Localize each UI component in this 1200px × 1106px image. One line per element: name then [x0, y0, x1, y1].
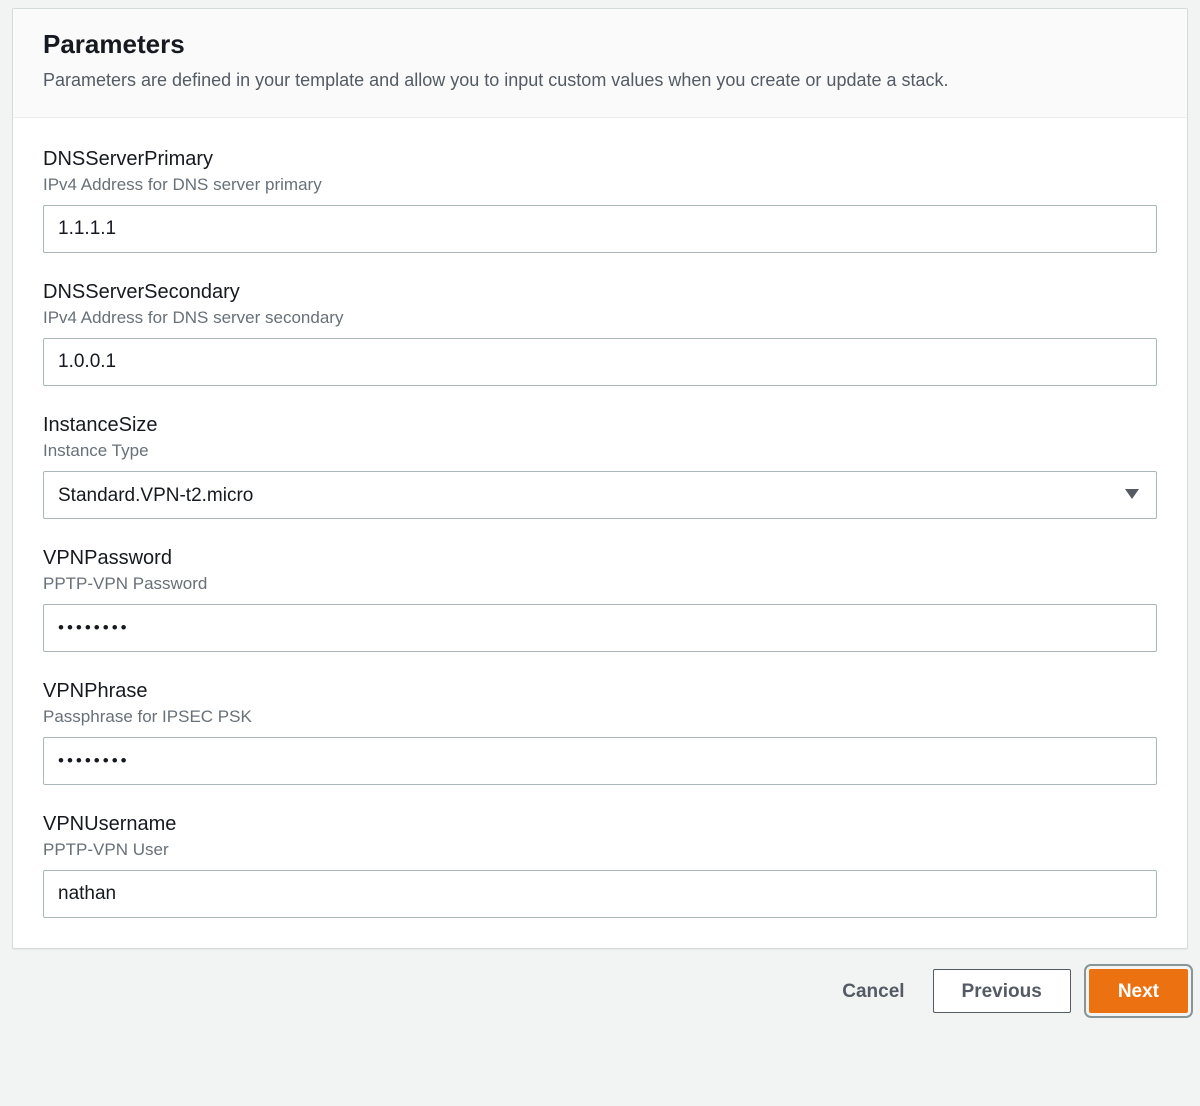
dns-secondary-label: DNSServerSecondary — [43, 281, 1157, 304]
dns-primary-label: DNSServerPrimary — [43, 148, 1157, 171]
vpn-password-label: VPNPassword — [43, 547, 1157, 570]
vpn-username-group: VPNUsername PPTP-VPN User — [43, 813, 1157, 918]
next-button[interactable]: Next — [1089, 969, 1188, 1013]
footer-actions: Cancel Previous Next — [0, 969, 1200, 1031]
instance-size-hint: Instance Type — [43, 441, 1157, 461]
dns-secondary-group: DNSServerSecondary IPv4 Address for DNS … — [43, 281, 1157, 386]
instance-size-select-wrapper: Standard.VPN-t2.micro — [43, 471, 1157, 519]
vpn-username-hint: PPTP-VPN User — [43, 840, 1157, 860]
dns-primary-input[interactable] — [43, 205, 1157, 253]
cancel-button[interactable]: Cancel — [832, 969, 914, 1013]
panel-title: Parameters — [43, 29, 1157, 60]
vpn-password-input[interactable] — [43, 604, 1157, 652]
instance-size-label: InstanceSize — [43, 414, 1157, 437]
panel-subtitle: Parameters are defined in your template … — [43, 68, 1157, 93]
vpn-phrase-hint: Passphrase for IPSEC PSK — [43, 707, 1157, 727]
dns-primary-group: DNSServerPrimary IPv4 Address for DNS se… — [43, 148, 1157, 253]
dns-secondary-hint: IPv4 Address for DNS server secondary — [43, 308, 1157, 328]
dns-primary-hint: IPv4 Address for DNS server primary — [43, 175, 1157, 195]
previous-button[interactable]: Previous — [933, 969, 1071, 1013]
instance-size-group: InstanceSize Instance Type Standard.VPN-… — [43, 414, 1157, 519]
panel-header: Parameters Parameters are defined in you… — [13, 9, 1187, 118]
parameters-panel: Parameters Parameters are defined in you… — [12, 8, 1188, 949]
vpn-username-input[interactable] — [43, 870, 1157, 918]
vpn-password-group: VPNPassword PPTP-VPN Password — [43, 547, 1157, 652]
vpn-phrase-input[interactable] — [43, 737, 1157, 785]
vpn-password-hint: PPTP-VPN Password — [43, 574, 1157, 594]
vpn-username-label: VPNUsername — [43, 813, 1157, 836]
instance-size-select[interactable]: Standard.VPN-t2.micro — [43, 471, 1157, 519]
dns-secondary-input[interactable] — [43, 338, 1157, 386]
vpn-phrase-group: VPNPhrase Passphrase for IPSEC PSK — [43, 680, 1157, 785]
vpn-phrase-label: VPNPhrase — [43, 680, 1157, 703]
panel-body: DNSServerPrimary IPv4 Address for DNS se… — [13, 118, 1187, 948]
